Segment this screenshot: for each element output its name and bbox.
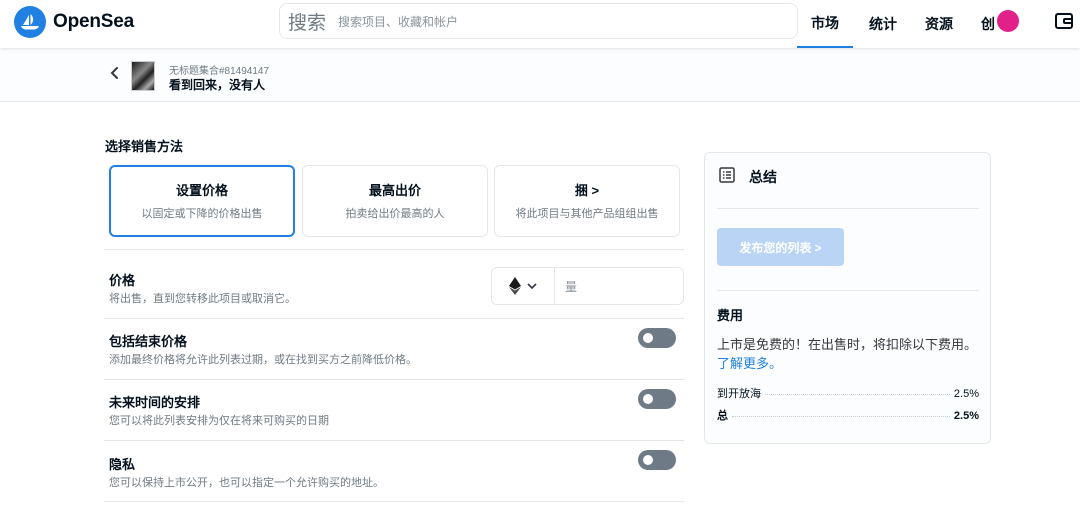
method-desc: 以固定或下降的价格出售 xyxy=(141,208,263,220)
nav-marketplace-label: 市场 xyxy=(811,15,839,31)
fees-text: 上市是免费的！在出售时，将扣除以下费用。 了解更多。 xyxy=(717,335,985,373)
nav-create[interactable]: 创 xyxy=(981,0,995,48)
nav-marketplace[interactable]: 市场 xyxy=(797,0,853,48)
end-price-desc: 添加最终价格将允许此列表过期，或在找到买方之前降低价格。 xyxy=(109,354,417,366)
learn-more-link[interactable]: 了解更多。 xyxy=(717,356,782,371)
nav-resources-label: 资源 xyxy=(925,16,953,32)
nav-stats[interactable]: 统计 xyxy=(869,0,897,48)
method-bundle[interactable]: 捆 > 将此项目与其他产品组组出售 xyxy=(494,165,680,237)
price-title: 价格 xyxy=(109,273,136,288)
search-label: 搜索 xyxy=(288,12,327,34)
privacy-desc: 您可以保持上市公开，也可以指定一个允许购买的地址。 xyxy=(109,477,384,489)
fee-value: 2.5% xyxy=(953,410,979,422)
method-desc: 拍卖给出价最高的人 xyxy=(345,208,445,220)
price-amount-input[interactable]: 量 xyxy=(554,267,684,305)
opensea-logo[interactable]: OpenSea xyxy=(14,6,134,38)
method-title: 最高出价 xyxy=(368,183,421,198)
sale-method-title: 选择销售方法 xyxy=(105,139,184,154)
method-fixed-price[interactable]: 设置价格 以固定或下降的价格出售 xyxy=(109,165,295,237)
chevron-down-icon xyxy=(527,283,537,290)
item-thumbnail xyxy=(131,61,155,91)
fee-row-opensea: 到开放海 2.5% xyxy=(717,385,979,401)
search-input[interactable]: 搜索项目、收藏和帐户 xyxy=(338,13,458,30)
collection-name[interactable]: 无标题集合#81494147 xyxy=(169,62,269,77)
price-desc: 将出售，直到您转移此项目或取消它。 xyxy=(109,293,296,305)
divider xyxy=(104,379,684,380)
nav-resources[interactable]: 资源 xyxy=(925,0,953,48)
dotted-leader xyxy=(765,394,950,395)
dotted-leader xyxy=(732,416,950,417)
nav-create-label: 创 xyxy=(981,16,995,32)
publish-listing-button[interactable]: 发布您的列表 > xyxy=(717,228,844,266)
fees-description: 上市是免费的！在出售时，将扣除以下费用。 xyxy=(717,337,978,352)
schedule-title: 未来时间的安排 xyxy=(109,395,201,410)
fee-label: 总 xyxy=(717,410,728,422)
divider xyxy=(104,318,684,319)
item-name: 看到回来，没有人 xyxy=(169,78,266,92)
list-icon xyxy=(719,167,735,183)
fee-label: 到开放海 xyxy=(717,388,761,400)
ethereum-icon xyxy=(509,277,521,295)
divider xyxy=(104,249,684,250)
method-title: 设置价格 xyxy=(175,183,228,198)
end-price-title: 包括结束价格 xyxy=(109,334,188,349)
privacy-toggle[interactable] xyxy=(638,450,676,470)
end-price-toggle[interactable] xyxy=(638,328,676,348)
top-navigation-bar: OpenSea 搜索 搜索项目、收藏和帐户 市场 统计 资源 创 xyxy=(0,0,1080,48)
divider xyxy=(104,440,684,441)
wallet-icon[interactable] xyxy=(1054,11,1074,31)
amount-placeholder: 量 xyxy=(565,279,578,294)
fee-row-total: 总 2.5% xyxy=(717,407,979,423)
currency-select[interactable] xyxy=(491,267,555,305)
divider xyxy=(717,290,979,291)
privacy-title: 隐私 xyxy=(109,457,136,472)
method-highest-bid[interactable]: 最高出价 拍卖给出价最高的人 xyxy=(302,165,488,237)
nav-stats-label: 统计 xyxy=(869,16,897,32)
opensea-boat-icon xyxy=(14,6,46,38)
schedule-toggle[interactable] xyxy=(638,389,676,409)
avatar[interactable] xyxy=(997,10,1019,32)
fees-title: 费用 xyxy=(717,308,744,323)
summary-title: 总结 xyxy=(749,169,777,185)
divider xyxy=(104,501,684,502)
method-title: 捆 > xyxy=(574,183,600,198)
method-desc: 将此项目与其他产品组组出售 xyxy=(515,208,659,220)
schedule-desc: 您可以将此列表安排为仅在将来可购买的日期 xyxy=(109,415,329,427)
back-chevron-icon[interactable] xyxy=(108,66,122,80)
item-subheader: 无标题集合#81494147 看到回来，没有人 xyxy=(0,48,1080,102)
logo-text: OpenSea xyxy=(53,11,134,32)
divider xyxy=(717,208,979,209)
fee-value: 2.5% xyxy=(953,388,979,400)
summary-panel: 总结 发布您的列表 > 费用 上市是免费的！在出售时，将扣除以下费用。 了解更多… xyxy=(704,152,991,444)
search-bar[interactable]: 搜索 搜索项目、收藏和帐户 xyxy=(279,3,798,39)
